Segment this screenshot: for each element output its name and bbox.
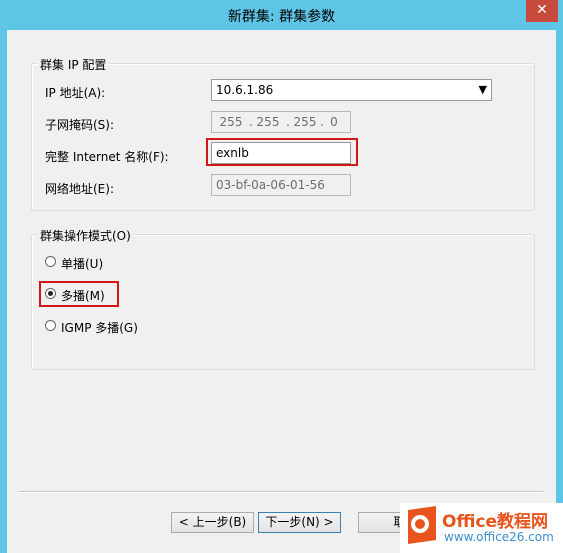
- watermark-brand: Office教程网: [442, 512, 549, 532]
- radio-button[interactable]: [45, 256, 56, 267]
- ip-address-value: 10.6.1.86: [216, 83, 274, 97]
- subnet-seg-1: 255: [219, 115, 243, 129]
- fqdn-label: 完整 Internet 名称(F):: [45, 150, 169, 164]
- cluster-ip-legend: 群集 IP 配置: [38, 56, 109, 73]
- subnet-seg-2: 255: [256, 115, 280, 129]
- title-bar: 新群集: 群集参数 ✕: [0, 0, 563, 30]
- fqdn-highlight-box: [206, 138, 358, 166]
- ip-address-combo[interactable]: 10.6.1.86 ▼: [211, 79, 492, 101]
- next-button[interactable]: 下一步(N) >: [258, 512, 341, 533]
- radio-unicast-label: 单播(U): [61, 257, 104, 271]
- footer-separator: [18, 491, 543, 493]
- op-mode-legend: 群集操作模式(O): [38, 227, 133, 244]
- subnet-mask-field: 255 . 255 . 255 . 0: [211, 111, 351, 133]
- subnet-seg-4: 0: [330, 115, 338, 129]
- dialog-body: 群集 IP 配置 IP 地址(A): 10.6.1.86 ▼ 子网掩码(S): …: [7, 30, 556, 553]
- watermark: Office教程网 www.office26.com: [400, 503, 563, 553]
- radio-igmp-label: IGMP 多播(G): [61, 321, 138, 335]
- network-address-value: 03-bf-0a-06-01-56: [216, 178, 325, 192]
- window-title: 新群集: 群集参数: [227, 9, 336, 25]
- multicast-highlight-box: [39, 281, 119, 307]
- ip-address-label: IP 地址(A):: [45, 86, 106, 100]
- network-address-field: 03-bf-0a-06-01-56: [211, 174, 351, 196]
- watermark-url: www.office26.com: [444, 530, 554, 544]
- subnet-seg-3: 255: [293, 115, 317, 129]
- close-icon[interactable]: ✕: [526, 0, 558, 22]
- subnet-mask-label: 子网掩码(S):: [45, 118, 115, 132]
- network-address-label: 网络地址(E):: [45, 182, 114, 196]
- radio-button[interactable]: [45, 320, 56, 331]
- back-button[interactable]: < 上一步(B): [171, 512, 254, 533]
- office-logo-icon: [408, 506, 436, 544]
- chevron-down-icon[interactable]: ▼: [479, 80, 487, 100]
